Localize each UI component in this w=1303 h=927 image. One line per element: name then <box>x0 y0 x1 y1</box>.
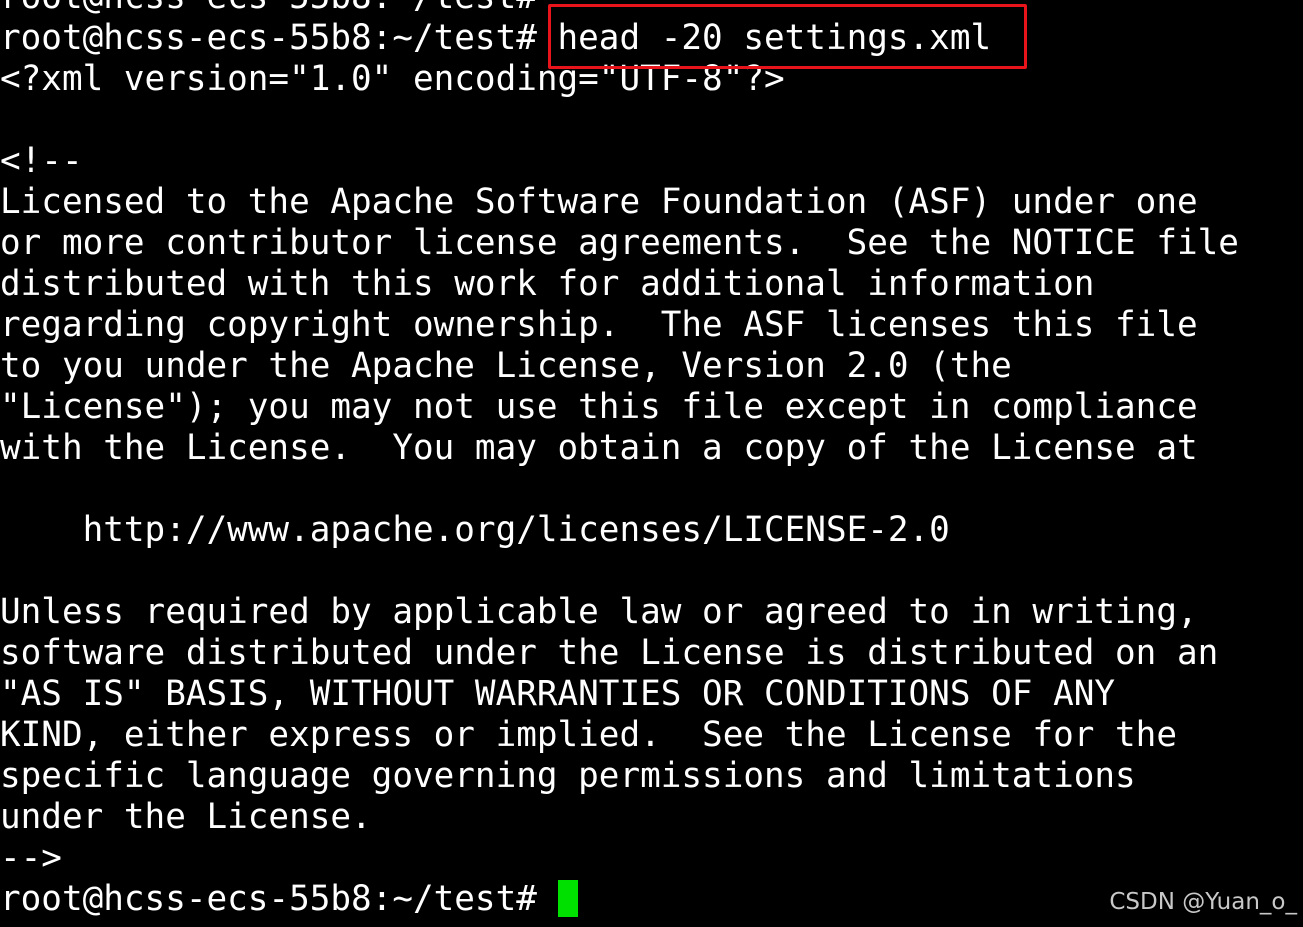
terminal-line: <!-- <box>0 141 83 181</box>
command-highlight-box <box>548 4 1027 69</box>
terminal-line: "AS IS" BASIS, WITHOUT WARRANTIES OR CON… <box>0 674 1116 714</box>
terminal-window[interactable]: root@hcss-ecs-55b8:~/test# root@hcss-ecs… <box>0 0 1303 927</box>
terminal-line: to you under the Apache License, Version… <box>0 346 1012 386</box>
terminal-line: KIND, either express or implied. See the… <box>0 715 1177 755</box>
terminal-line: software distributed under the License i… <box>0 633 1219 673</box>
terminal-line: root@hcss-ecs-55b8:~/test# <box>0 0 537 18</box>
terminal-line: http://www.apache.org/licenses/LICENSE-2… <box>0 510 950 550</box>
terminal-prompt: root@hcss-ecs-55b8:~/test# <box>0 879 558 919</box>
terminal-line: Licensed to the Apache Software Foundati… <box>0 182 1198 222</box>
terminal-line: --> <box>0 838 62 878</box>
terminal-prompt-line[interactable]: root@hcss-ecs-55b8:~/test# <box>0 879 578 920</box>
terminal-line: under the License. <box>0 797 372 837</box>
terminal-line: with the License. You may obtain a copy … <box>0 428 1198 468</box>
terminal-cursor <box>557 880 578 917</box>
terminal-line: regarding copyright ownership. The ASF l… <box>0 305 1198 345</box>
terminal-line: "License"); you may not use this file ex… <box>0 387 1198 427</box>
watermark: CSDN @Yuan_o_ <box>1109 889 1297 915</box>
terminal-line: distributed with this work for additiona… <box>0 264 1095 304</box>
terminal-line: or more contributor license agreements. … <box>0 223 1239 263</box>
terminal-line: specific language governing permissions … <box>0 756 1136 796</box>
terminal-line: Unless required by applicable law or agr… <box>0 592 1198 632</box>
